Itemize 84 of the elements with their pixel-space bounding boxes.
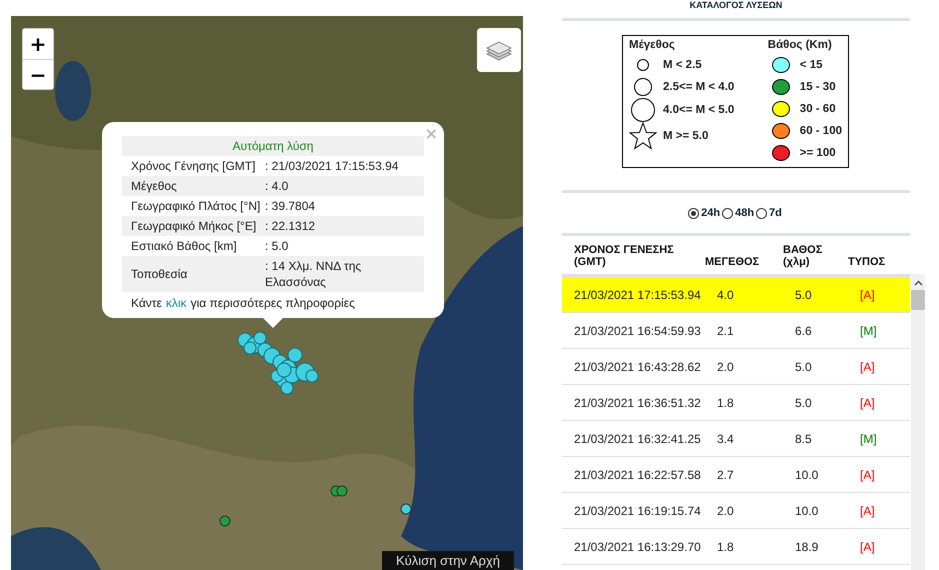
period-label: 48h <box>735 207 754 219</box>
magnitude-cell-text: 2.7 <box>717 468 735 482</box>
legend-heading: Μέγεθος <box>629 39 676 51</box>
magnitude-cell-text: 1.8 <box>717 396 735 410</box>
time-cell-text: 21/03/2021 16:22:57.58 <box>573 468 702 482</box>
depth-cell-text: 18.9 <box>795 540 820 554</box>
period-radio[interactable] <box>756 208 768 218</box>
period-radio[interactable] <box>722 208 734 218</box>
depth-cell-text: 5.0 <box>795 360 813 374</box>
type-cell-text: [A] <box>860 468 876 482</box>
legend-heading: Βάθος (Km) <box>768 39 833 51</box>
info-label: Τοποθεσία <box>130 266 188 282</box>
info-label: Γεωγραφικό Πλάτος [°N] <box>130 198 261 214</box>
scroll-up-icon <box>914 280 922 286</box>
magnitude-cell-text: 4.0 <box>717 288 735 302</box>
magnitude-cell-text: 2.0 <box>717 360 735 374</box>
scrollbar-thumb[interactable] <box>911 290 925 310</box>
scroll-to-top-button[interactable]: Κύλιση στην Αρχή <box>382 551 514 570</box>
period-label: 7d <box>769 207 782 219</box>
column-header: ΤΥΠΟΣ <box>848 256 886 268</box>
time-cell-text: 21/03/2021 16:43:28.62 <box>573 360 702 374</box>
info-label: Εστιακό Βάθος [km] <box>130 238 238 254</box>
type-cell-text: [M] <box>860 432 878 446</box>
layers-button[interactable] <box>477 28 521 72</box>
period-radio[interactable] <box>688 208 700 218</box>
info-value: : 4.0 <box>264 178 290 194</box>
column-header: ΜΕΓΕΘΟΣ <box>705 256 760 268</box>
type-cell-text: [A] <box>860 396 876 410</box>
time-cell-text: 21/03/2021 16:13:29.70 <box>573 540 702 554</box>
info-value: : 39.7804 <box>264 198 316 214</box>
table-row[interactable]: 21/03/2021 16:19:15.74 2.0 10.0 [A] <box>562 493 910 529</box>
time-cell-text: 21/03/2021 16:19:15.74 <box>573 504 702 518</box>
depth-cell-text: 10.0 <box>795 468 820 482</box>
type-cell-text: [A] <box>860 504 876 518</box>
table-row[interactable]: 21/03/2021 16:13:29.70 1.8 18.9 [A] <box>562 529 910 565</box>
info-value: : 21/03/2021 17:15:53.94 <box>264 158 400 174</box>
table-row[interactable]: 21/03/2021 16:36:51.32 1.8 5.0 [A] <box>562 385 910 421</box>
footer-text: για περισσότερες πληροφορίες <box>190 296 355 310</box>
info-value: : 14 Χλμ. ΝΝΔ της Ελασσόνας <box>264 258 362 290</box>
depth-cell-text: 8.5 <box>795 432 813 446</box>
depth-cell-text: 10.0 <box>795 504 820 518</box>
legend-label: < 15 <box>800 59 822 71</box>
magnitude-cell-text: 3.4 <box>717 432 735 446</box>
table-row[interactable]: 21/03/2021 16:32:41.25 3.4 8.5 [M] <box>562 421 910 457</box>
period-label: 24h <box>701 207 720 219</box>
info-label: Χρόνος Γένησης [GMT] <box>130 158 256 174</box>
column-header: ΒΑΘΟΣ (χλμ) <box>783 244 824 268</box>
type-cell-text: [M] <box>860 324 878 338</box>
time-cell-text: 21/03/2021 17:15:53.94 <box>573 288 702 302</box>
legend-label: M < 2.5 <box>663 59 702 71</box>
panel-title: ΚΑΤΑΛΟΓΟΣ ΛΥΣΕΩΝ <box>688 0 784 10</box>
footer-text: Κάντε <box>131 296 162 310</box>
type-cell-text: [A] <box>860 540 876 554</box>
scrollbar[interactable] <box>911 274 925 570</box>
info-label: Γεωγραφικό Μήκος [°E] <box>130 218 258 234</box>
depth-cell-text: 6.6 <box>795 324 813 338</box>
table-row[interactable]: 21/03/2021 16:54:59.93 2.1 6.6 [M] <box>562 313 910 349</box>
legend-label: 30 - 60 <box>800 103 836 115</box>
table-row[interactable]: 21/03/2021 16:22:57.58 2.7 10.0 [A] <box>562 457 910 493</box>
depth-cell-text: 5.0 <box>795 288 813 302</box>
legend-label: 2.5<= M < 4.0 <box>663 81 734 93</box>
depth-cell-text: 5.0 <box>795 396 813 410</box>
legend-label: 15 - 30 <box>800 81 836 93</box>
table-row[interactable]: 21/03/2021 17:15:53.94 4.0 5.0 [A] <box>562 277 910 313</box>
time-cell-text: 21/03/2021 16:54:59.93 <box>573 324 702 338</box>
column-header: ΧΡΟΝΟΣ ΓΕΝΕΣΗΣ (GMT) <box>573 244 675 268</box>
magnitude-cell-text: 1.8 <box>717 540 735 554</box>
magnitude-cell-text: 2.1 <box>717 324 735 338</box>
time-cell-text: 21/03/2021 16:36:51.32 <box>573 396 702 410</box>
legend-label: 4.0<= M < 5.0 <box>663 104 734 116</box>
legend-label: >= 100 <box>800 147 836 159</box>
info-label: Μέγεθος <box>130 178 178 194</box>
table-row[interactable]: 21/03/2021 16:43:28.62 2.0 5.0 [A] <box>562 349 910 385</box>
popup-title: Αυτόματη λύση <box>122 136 424 156</box>
zoom-out-button[interactable]: − <box>23 59 53 89</box>
magnitude-cell-text: 2.0 <box>717 504 735 518</box>
type-cell-text: [A] <box>860 360 876 374</box>
legend-label: 60 - 100 <box>800 125 842 137</box>
info-value: : 22.1312 <box>264 218 316 234</box>
type-cell-text: [A] <box>860 288 876 302</box>
legend-label: M >= 5.0 <box>663 130 708 142</box>
info-value: : 5.0 <box>264 238 290 254</box>
more-info-link[interactable]: κλικ <box>166 296 187 310</box>
time-cell-text: 21/03/2021 16:32:41.25 <box>573 432 702 446</box>
